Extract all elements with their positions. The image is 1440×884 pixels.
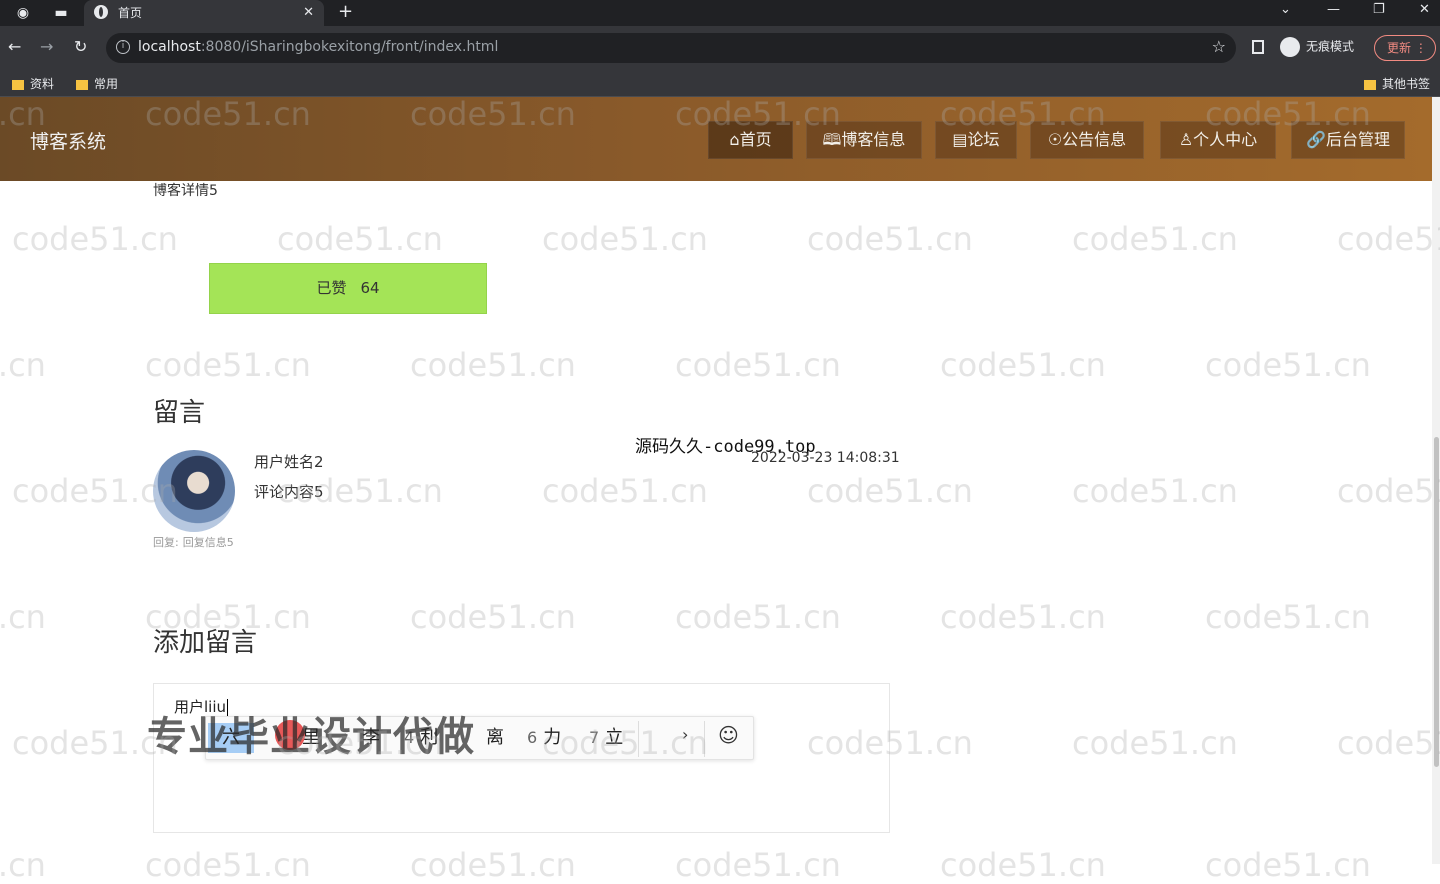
bookmark-star-icon[interactable]: ☆ (1212, 37, 1226, 56)
comment-user: 用户姓名2 (254, 453, 324, 471)
comment-content: 评论内容5 (254, 483, 324, 501)
watermark-text: code51.cn (675, 846, 841, 884)
watermark-text: code51.cn (807, 472, 973, 510)
watermark-text: code51.cn (1072, 220, 1238, 258)
side-panel-icon[interactable] (1252, 40, 1264, 54)
site-header: 博客系统 ⌂首页 🕮博客信息 ▤论坛 ☉公告信息 ♙个人中心 🔗后台管理 (0, 97, 1432, 181)
watermark-text: code51.cn (940, 346, 1106, 384)
watermark-text: code51.cn (0, 346, 46, 384)
watermark-text: code51.cn (0, 598, 46, 636)
nav-notice[interactable]: ☉公告信息 (1030, 121, 1144, 159)
watermark-text: code51.cn (410, 346, 576, 384)
overlay-promo-text: 专业毕业设计代做 (147, 714, 475, 760)
nav-blog-info[interactable]: 🕮博客信息 (806, 121, 922, 159)
like-label: 已赞 (316, 279, 347, 297)
watermark-text: code51.cn (1205, 598, 1371, 636)
watermark-text: code51.cn (1072, 724, 1238, 762)
incognito-icon (1280, 37, 1300, 57)
watermark-text: code51.cn (940, 598, 1106, 636)
tab-list-chevron-icon[interactable]: ⌄ (1280, 2, 1291, 17)
tab-search-icon[interactable]: ▬ (52, 4, 70, 22)
site-info-icon[interactable]: i (116, 40, 130, 54)
ime-divider (704, 721, 705, 757)
site-brand[interactable]: 博客系统 (30, 127, 106, 154)
ime-divider (638, 721, 639, 757)
nav-admin[interactable]: 🔗后台管理 (1291, 121, 1405, 159)
address-url: localhost:8080/iSharingbokexitong/front/… (138, 39, 499, 55)
bookmark-folder-ziliao[interactable]: 资料 (12, 75, 54, 92)
reload-icon[interactable]: ↻ (74, 37, 87, 57)
forum-icon: ▤ (952, 130, 968, 149)
nav-personal-center[interactable]: ♙个人中心 (1160, 121, 1276, 159)
address-bar[interactable]: i localhost:8080/iSharingbokexitong/fron… (106, 33, 1236, 63)
watermark-text: code51.cn (1205, 346, 1371, 384)
comment-reply: 回复: 回复信息5 (153, 536, 234, 549)
watermark-text: code51.cn (1337, 220, 1440, 258)
watermark-text: code51.cn (145, 346, 311, 384)
watermark-text: code51.cn (410, 846, 576, 884)
tab-title: 首页 (118, 6, 143, 20)
folder-icon (76, 79, 88, 90)
tab-favicon-icon (94, 5, 108, 19)
back-arrow-icon[interactable]: ← (8, 37, 21, 57)
tab-close-icon[interactable]: ✕ (303, 0, 314, 26)
watermark-text: code51.cn (410, 598, 576, 636)
restore-icon[interactable]: ❐ (1373, 2, 1385, 17)
page-scrollbar-thumb[interactable] (1434, 437, 1439, 767)
watermark-text: code51.cn (675, 346, 841, 384)
link-icon: 🔗 (1306, 130, 1326, 149)
watermark-text: code51.cn (675, 598, 841, 636)
watermark-text: code51.cn (1072, 472, 1238, 510)
watermark-text: code51.cn (1337, 472, 1440, 510)
watermark-text: code51.cn (542, 472, 708, 510)
minimize-icon[interactable]: — (1327, 2, 1340, 17)
watermark-text: code51.cn (0, 846, 46, 884)
blog-detail-title: 博客详情5 (153, 183, 218, 199)
user-icon: ♙ (1178, 130, 1194, 149)
folder-icon (12, 79, 24, 90)
nav-forum[interactable]: ▤论坛 (935, 121, 1017, 159)
nav-home[interactable]: ⌂首页 (708, 121, 793, 159)
notice-icon: ☉ (1047, 130, 1063, 149)
watermark-text: code51.cn (1337, 724, 1440, 762)
bookmark-folder-changyong[interactable]: 常用 (76, 75, 118, 92)
book-icon: 🕮 (822, 130, 842, 149)
browser-toolbar: ← → ↻ i localhost:8080/iSharingbokexiton… (0, 26, 1440, 70)
browser-tab-active[interactable]: 首页 ✕ (84, 0, 324, 26)
ime-candidate[interactable]: 离 (486, 725, 504, 751)
ime-candidate[interactable]: 7立 (589, 725, 623, 751)
watermark-text: code51.cn (277, 220, 443, 258)
ime-candidate[interactable]: 6力 (527, 725, 561, 751)
comments-heading: 留言 (153, 397, 206, 428)
ime-next-page-icon[interactable]: › (682, 725, 688, 744)
browser-tab-bar: ◉ ▬ 首页 ✕ + ⌄ — ❐ ✕ (0, 0, 1440, 26)
home-icon: ⌂ (729, 130, 740, 149)
comment-timestamp: 2022-03-23 14:08:31 (751, 450, 900, 466)
like-count: 64 (360, 279, 380, 297)
watermark-text: code51.cn (1205, 846, 1371, 884)
folder-icon (1364, 79, 1376, 90)
window-close-icon[interactable]: ✕ (1419, 2, 1430, 17)
watermark-text: code51.cn (12, 220, 178, 258)
watermark-text: code51.cn (940, 846, 1106, 884)
watermark-text: code51.cn (145, 846, 311, 884)
ime-emoji-icon[interactable]: ☺ (718, 723, 739, 747)
avatar (153, 450, 235, 532)
bookmarks-bar: 资料 常用 其他书签 (0, 70, 1440, 97)
incognito-indicator[interactable]: 无痕模式 (1280, 37, 1354, 57)
new-tab-button[interactable]: + (338, 1, 353, 22)
like-button[interactable]: 已赞 64 (209, 263, 487, 314)
browser-globe-icon[interactable]: ◉ (14, 4, 32, 22)
watermark-text: code51.cn (807, 220, 973, 258)
forward-arrow-icon[interactable]: → (40, 37, 53, 57)
add-comment-heading: 添加留言 (153, 627, 258, 658)
other-bookmarks[interactable]: 其他书签 (1364, 75, 1430, 92)
watermark-text: code51.cn (542, 220, 708, 258)
update-button[interactable]: 更新 ⋮ (1374, 35, 1436, 61)
